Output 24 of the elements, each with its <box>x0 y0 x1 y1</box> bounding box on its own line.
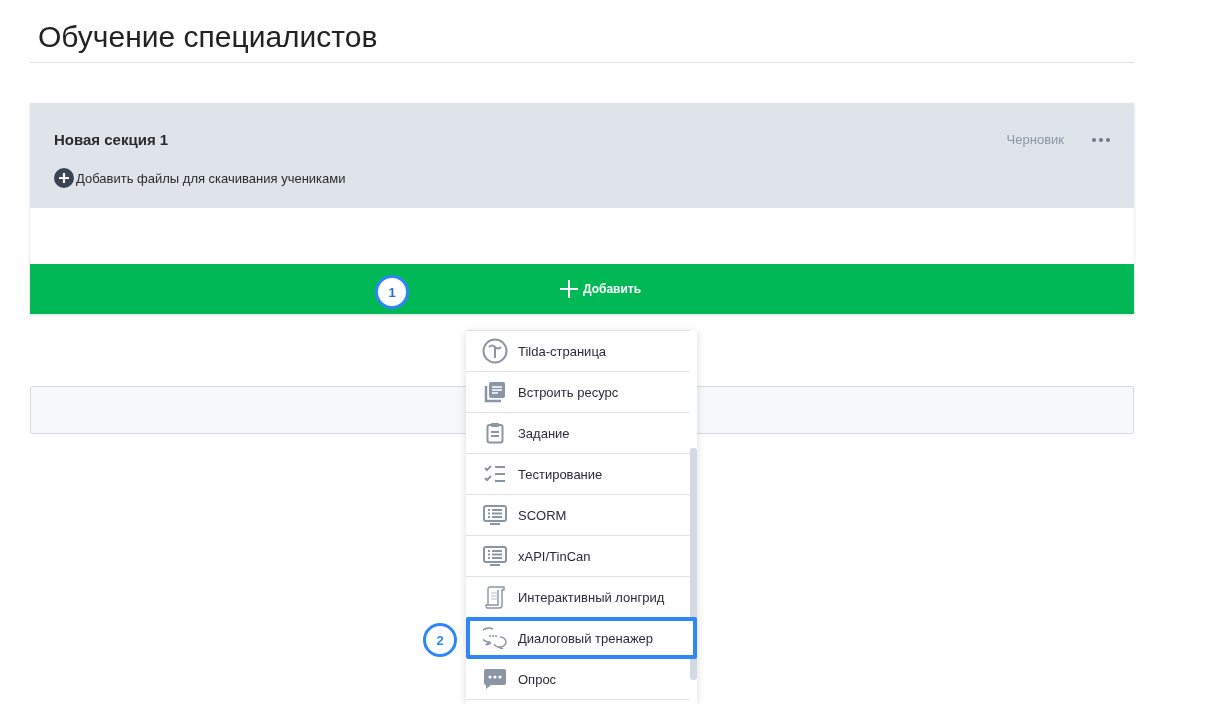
tilde-circle-icon <box>482 338 508 364</box>
menu-item[interactable]: Tilda-страница <box>466 331 690 372</box>
menu-item[interactable]: SCORM <box>466 495 690 536</box>
section-title: Новая секция 1 <box>54 131 169 148</box>
menu-item[interactable]: Опрос <box>466 659 690 700</box>
menu-item[interactable]: Диалоговый тренажер <box>466 617 697 659</box>
clipboard-icon <box>486 422 504 444</box>
menu-item[interactable]: Тестирование <box>466 454 690 495</box>
scroll-icon <box>484 585 506 609</box>
document-stack-icon <box>484 381 506 403</box>
plus-circle-icon <box>54 168 74 188</box>
status-label: Черновик <box>1006 132 1064 147</box>
page-title: Обучение специалистов <box>30 0 1134 63</box>
monitor-list-icon <box>483 505 507 525</box>
monitor-list-icon <box>483 546 507 566</box>
menu-item[interactable]: xAPI/TinCan <box>466 536 690 577</box>
menu-item[interactable]: Задание <box>466 413 690 454</box>
speech-bubble-icon <box>483 668 507 690</box>
plus-icon <box>558 279 579 299</box>
step-marker: 2 <box>423 623 457 657</box>
checklist-icon <box>484 464 506 484</box>
scrollbar[interactable] <box>690 448 697 680</box>
menu-item[interactable]: Встроить ресурс <box>466 372 690 413</box>
add-files-link[interactable]: Добавить файлы для скачивания учениками <box>54 168 1114 188</box>
